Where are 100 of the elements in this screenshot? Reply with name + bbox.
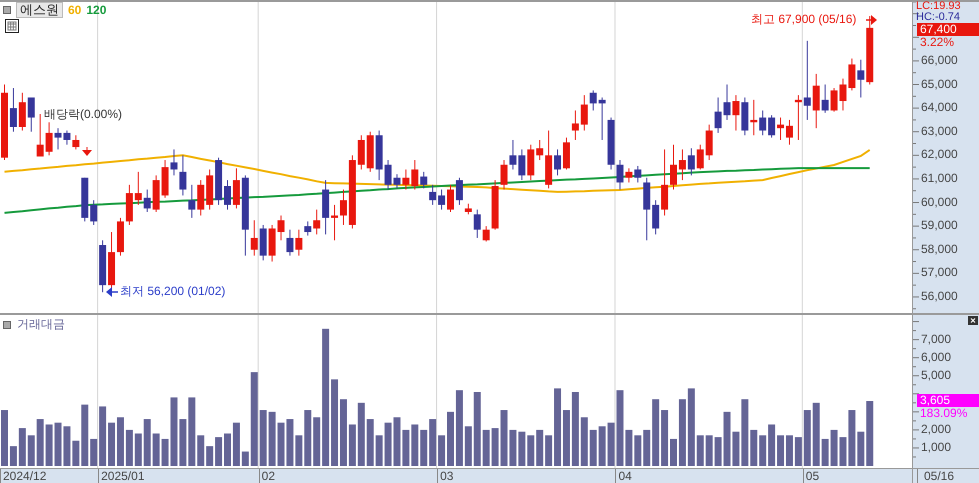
- volume-bar: [224, 434, 231, 466]
- volume-bar: [857, 432, 864, 466]
- axis-label: 66,000: [921, 52, 958, 68]
- axis-label: 58,000: [921, 242, 958, 257]
- candlestick: [572, 110, 579, 140]
- candlestick: [286, 229, 294, 256]
- candlestick: [616, 160, 624, 190]
- candlestick: [625, 168, 632, 183]
- candlestick: [500, 160, 508, 190]
- candlestick: [304, 220, 312, 236]
- date-label: 05: [802, 469, 820, 483]
- volume-bar: [670, 438, 677, 466]
- close-icon[interactable]: [968, 316, 978, 325]
- candlestick: [724, 84, 731, 120]
- volume-bar: [634, 435, 642, 466]
- candlestick: [63, 130, 70, 146]
- left-arrow-icon: [106, 287, 118, 297]
- date-label: 2024/12: [0, 469, 46, 483]
- volume-bar: [179, 419, 186, 466]
- volume-bar: [447, 412, 454, 466]
- volume-bar: [152, 434, 160, 466]
- indicator-value: LC:19.93: [916, 0, 961, 12]
- volume-bar: [232, 422, 240, 466]
- panel-title: 거래대금: [17, 316, 65, 333]
- volume-bar: [402, 430, 410, 466]
- volume-bar: [206, 446, 214, 466]
- candlestick: [331, 204, 338, 241]
- table-icon[interactable]: [5, 19, 19, 33]
- candlestick: [768, 114, 776, 138]
- candlestick: [830, 88, 838, 112]
- axis-label: 1,000: [921, 440, 952, 455]
- candlestick: [420, 171, 428, 189]
- candlestick: [509, 139, 516, 170]
- volume-bar: [1, 410, 8, 466]
- candlestick: [54, 128, 62, 150]
- volume-bar: [420, 430, 428, 466]
- volume-bar: [804, 410, 811, 466]
- candlestick: [134, 171, 142, 206]
- volume-bar: [464, 426, 472, 466]
- volume-bar: [741, 399, 748, 466]
- candlestick: [384, 160, 392, 190]
- volume-bar: [643, 430, 650, 466]
- volume-bar: [268, 412, 276, 466]
- candlestick: [188, 184, 196, 218]
- volume-bar: [598, 426, 606, 466]
- volume-bar: [625, 430, 632, 466]
- volume-bar: [295, 435, 302, 466]
- candlestick: [839, 78, 846, 111]
- candlestick: [777, 117, 784, 140]
- candlestick: [464, 203, 472, 215]
- candlestick: [750, 99, 758, 136]
- candlestick: [393, 174, 400, 189]
- axis-label: 60,000: [921, 194, 958, 210]
- volume-bar: [706, 435, 713, 466]
- high-price-label: 최고 67,900 (05/16): [751, 11, 856, 28]
- stock-name-button[interactable]: 에스원: [16, 2, 63, 18]
- volume-bar: [812, 402, 820, 466]
- volume-bar: [188, 397, 196, 466]
- volume-bar: [866, 401, 874, 466]
- volume-bar: [260, 410, 267, 466]
- candlestick: [590, 90, 597, 111]
- current-price-label: 67,400: [917, 23, 979, 36]
- volume-bar: [304, 410, 312, 466]
- square-icon: [3, 6, 11, 14]
- candlestick: [786, 119, 793, 146]
- axis-label: 6,000: [921, 350, 952, 365]
- candlestick: [313, 209, 320, 235]
- axis-label: 65,000: [921, 76, 958, 92]
- candlestick: [732, 94, 740, 132]
- date-label: 05/16: [917, 469, 954, 483]
- candlestick: [714, 96, 722, 134]
- axis-label: 59,000: [921, 218, 958, 234]
- candlestick: [482, 226, 490, 242]
- volume-bar: [90, 438, 98, 466]
- candlestick: [170, 148, 178, 176]
- axis-label: 57,000: [921, 265, 958, 280]
- candlestick: [72, 134, 80, 150]
- axis-label: 7,000: [921, 332, 952, 347]
- candlestick: [678, 148, 686, 181]
- volume-bar: [28, 435, 35, 466]
- volume-bar: [482, 430, 490, 466]
- volume-bar: [750, 430, 758, 466]
- candlestick: [179, 154, 186, 196]
- volume-bar: [768, 424, 776, 466]
- volume-bar: [438, 435, 446, 466]
- volume-bar: [126, 430, 133, 466]
- volume-bar: [358, 402, 365, 466]
- candlestick: [456, 177, 463, 206]
- candlestick: [554, 148, 562, 176]
- down-arrow-icon: [82, 146, 92, 156]
- candlestick: [144, 189, 151, 212]
- volume-bar: [10, 446, 17, 466]
- volume-bar: [81, 404, 88, 466]
- candlestick: [759, 110, 766, 136]
- volume-bar: [46, 424, 53, 466]
- volume-bar: [492, 428, 499, 466]
- candlestick: [278, 215, 285, 241]
- candlestick: [518, 148, 526, 181]
- volume-bar: [144, 419, 151, 466]
- volume-bar: [348, 424, 356, 466]
